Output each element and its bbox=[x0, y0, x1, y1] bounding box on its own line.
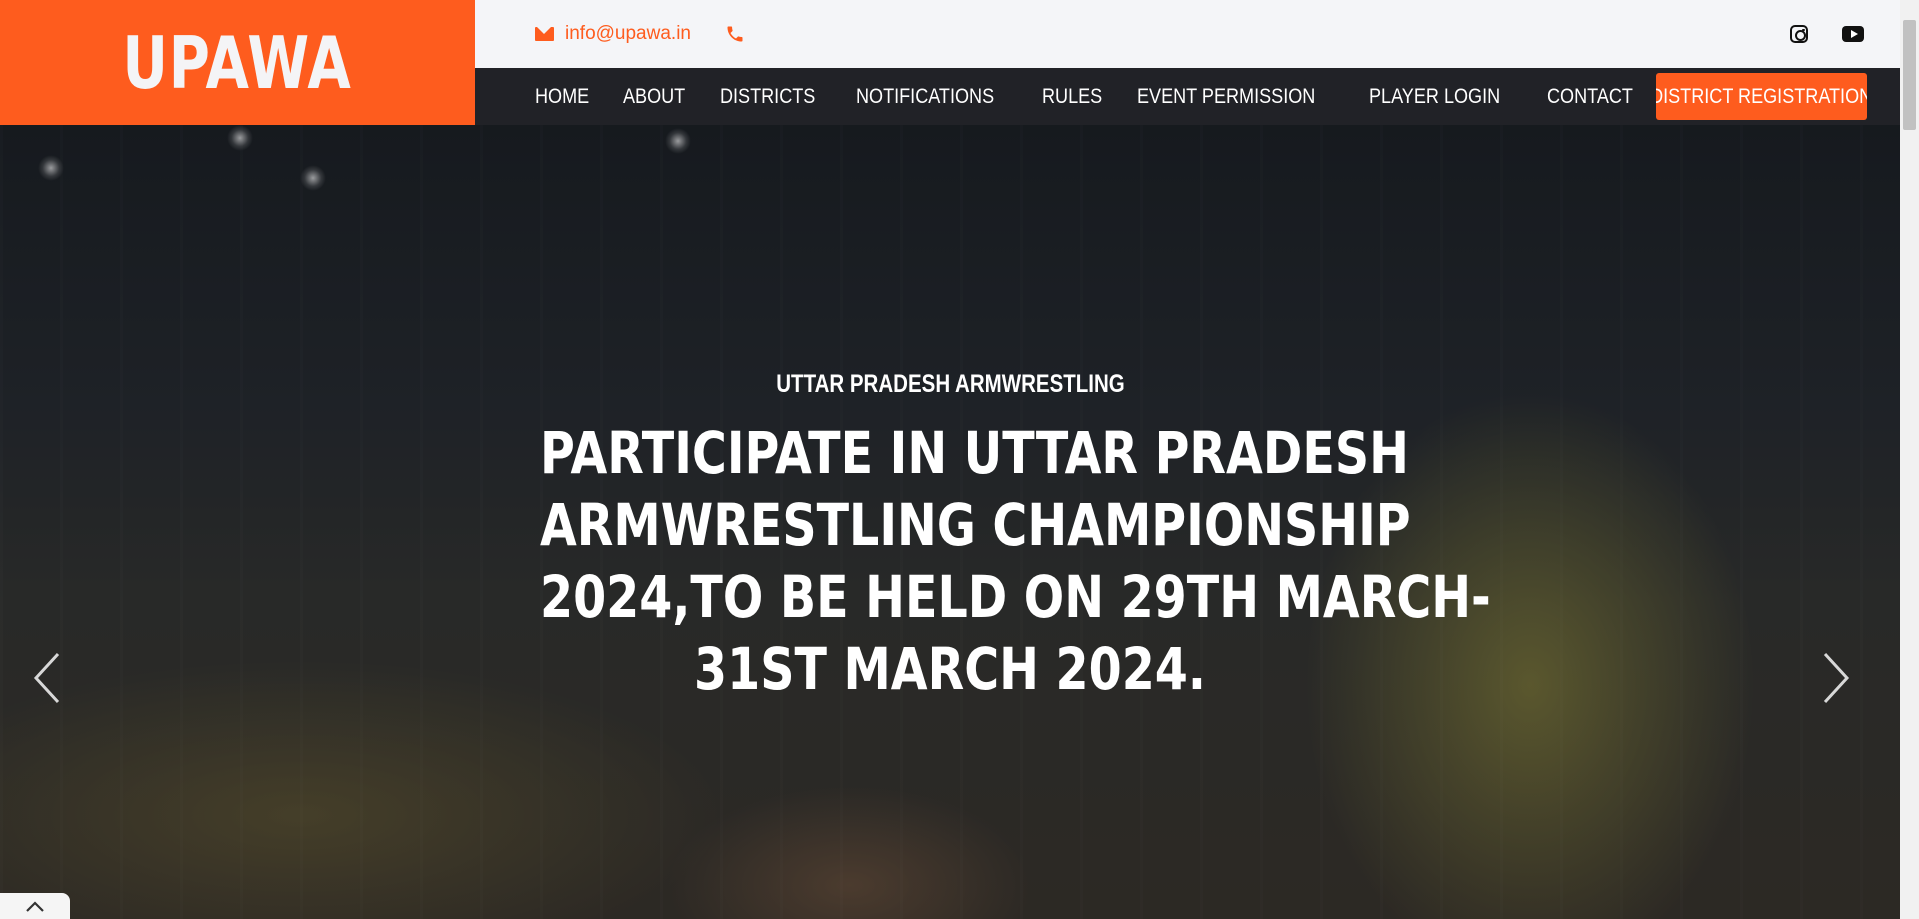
phone-link[interactable] bbox=[725, 24, 745, 44]
nav-menu: HOME ABOUT DISTRICTS NOTIFICATIONS RULES… bbox=[535, 85, 1684, 109]
youtube-icon[interactable] bbox=[1842, 26, 1864, 42]
hero-slider: UTTAR PRADESH ARMWRESTLING PARTICIPATE I… bbox=[0, 125, 1900, 919]
chevron-right-icon bbox=[1823, 652, 1850, 704]
nav-contact[interactable]: CONTACT bbox=[1547, 85, 1633, 109]
social-links bbox=[1790, 25, 1864, 43]
phone-icon bbox=[725, 24, 745, 44]
email-text: info@upawa.in bbox=[565, 23, 691, 44]
slider-prev-button[interactable] bbox=[28, 650, 68, 706]
hero-title-line: 2024,TO BE HELD ON 29TH MARCH- bbox=[540, 563, 1491, 631]
slider-next-button[interactable] bbox=[1815, 650, 1855, 706]
hero-title: PARTICIPATE IN UTTAR PRADESH ARMWRESTLIN… bbox=[450, 417, 1491, 705]
back-to-top-button[interactable] bbox=[0, 893, 70, 919]
district-registration-label: DISTRICT REGISTRATION bbox=[1656, 84, 1867, 108]
chevron-up-icon bbox=[26, 901, 44, 912]
nav-player-login[interactable]: PLAYER LOGIN bbox=[1369, 85, 1500, 109]
hero-title-line: 31ST MARCH 2024. bbox=[694, 635, 1206, 703]
page-scrollbar[interactable] bbox=[1900, 0, 1919, 919]
chevron-left-icon bbox=[33, 652, 60, 704]
nav-districts[interactable]: DISTRICTS bbox=[720, 85, 815, 109]
main-navigation: HOME ABOUT DISTRICTS NOTIFICATIONS RULES… bbox=[475, 68, 1900, 125]
hero-title-line: PARTICIPATE IN UTTAR PRADESH bbox=[540, 419, 1409, 487]
scrollbar-thumb[interactable] bbox=[1903, 20, 1916, 130]
hero-subtitle: UTTAR PRADESH ARMWRESTLING bbox=[775, 370, 1125, 398]
instagram-icon[interactable] bbox=[1790, 25, 1808, 43]
hero-content: UTTAR PRADESH ARMWRESTLING PARTICIPATE I… bbox=[0, 125, 1900, 919]
nav-home[interactable]: HOME bbox=[535, 85, 589, 109]
nav-rules[interactable]: RULES bbox=[1042, 85, 1102, 109]
nav-notifications[interactable]: NOTIFICATIONS bbox=[856, 85, 994, 109]
envelope-icon bbox=[535, 27, 554, 41]
district-registration-button[interactable]: DISTRICT REGISTRATION bbox=[1656, 73, 1867, 120]
nav-about[interactable]: ABOUT bbox=[623, 85, 685, 109]
logo-text: UPAWA bbox=[122, 20, 353, 105]
hero-title-line: ARMWRESTLING CHAMPIONSHIP bbox=[540, 491, 1411, 559]
logo[interactable]: UPAWA bbox=[0, 0, 475, 125]
nav-event-permission[interactable]: EVENT PERMISSION bbox=[1137, 85, 1315, 109]
top-bar: info@upawa.in bbox=[475, 0, 1900, 68]
email-link[interactable]: info@upawa.in bbox=[535, 23, 691, 45]
